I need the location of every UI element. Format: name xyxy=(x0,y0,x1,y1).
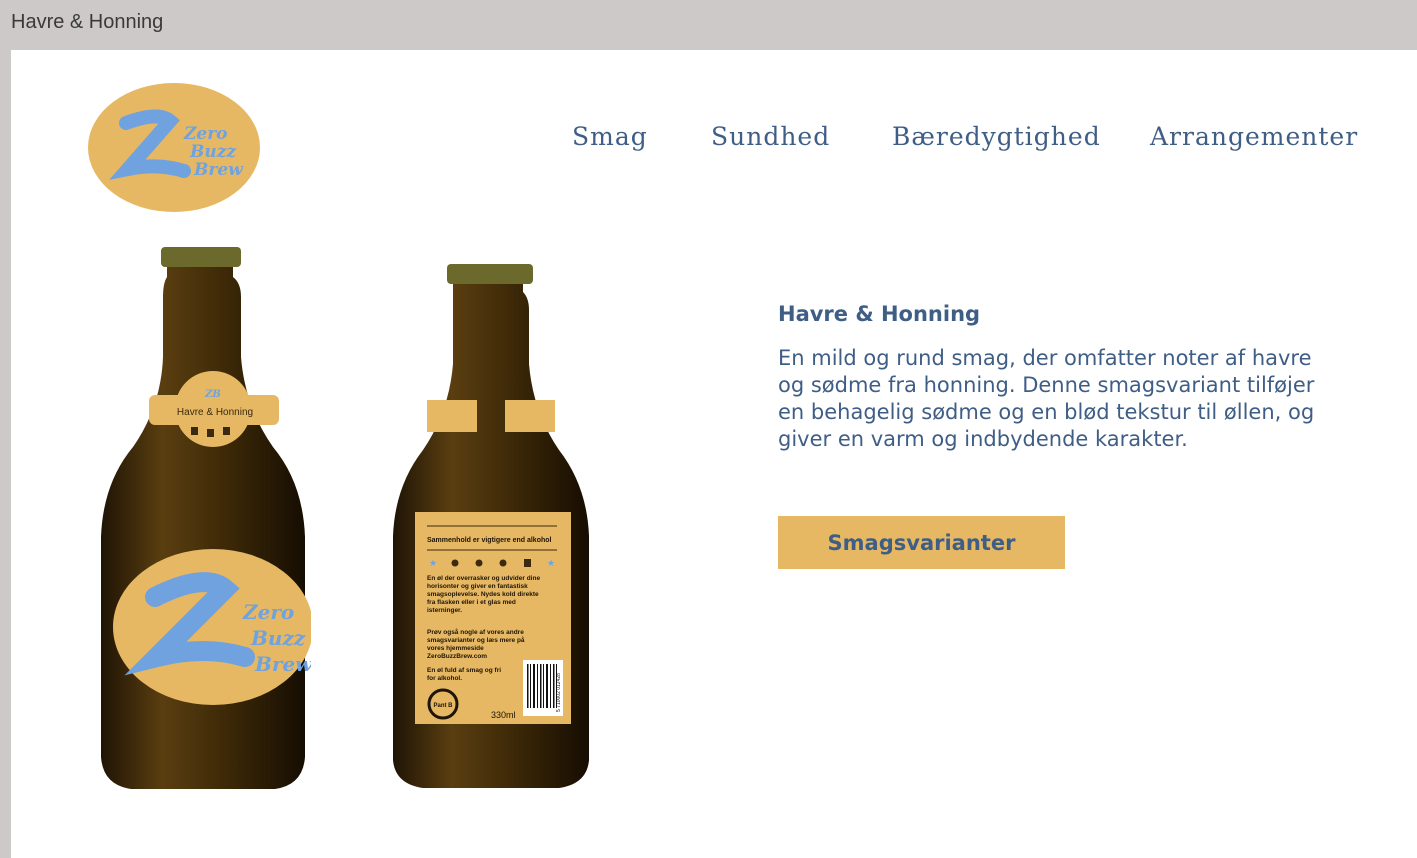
front-label-text-brew: Brew xyxy=(254,652,311,676)
product-title: Havre & Honning xyxy=(778,302,981,326)
back-neck-band-right xyxy=(505,400,555,432)
nav-item-smag[interactable]: Smag xyxy=(572,122,648,151)
front-neck-icon-2 xyxy=(207,429,214,437)
front-bottle-cap xyxy=(161,247,241,267)
product-description: En mild og rund smag, der omfatter noter… xyxy=(778,345,1368,453)
back-neck-band-left xyxy=(427,400,477,432)
product-description-line: giver en varm og indbydende karakter. xyxy=(778,427,1188,451)
nav-item-arrangementer[interactable]: Arrangementer xyxy=(1150,122,1358,151)
window-title: Havre & Honning xyxy=(11,11,164,33)
logo-text-brew: Brew xyxy=(193,160,244,180)
front-label-text-buzz: Buzz xyxy=(250,626,306,650)
front-bottle-glass xyxy=(101,259,305,789)
barcode-number: 5 710002 012428 xyxy=(556,673,562,712)
product-description-line: En mild og rund smag, der omfatter noter… xyxy=(778,346,1312,370)
back-label-icon-3 xyxy=(499,559,507,567)
front-neck-mark: ZB xyxy=(204,389,221,400)
back-label-icon-1 xyxy=(451,559,459,567)
volume-label: 330ml xyxy=(491,710,516,720)
pant-label: Pant B xyxy=(433,703,453,709)
back-bottle-cap xyxy=(447,264,533,284)
nav-item-baeredygtighed[interactable]: Bæredygtighed xyxy=(892,122,1101,151)
logo-text-zero: Zero xyxy=(183,124,228,144)
back-bottle-image: Sammenhold er vigtigere end alkohol ★ ★ … xyxy=(393,264,589,788)
front-neck-icon-1 xyxy=(191,427,198,435)
back-label-star-right: ★ xyxy=(547,558,555,568)
back-label-icon-4 xyxy=(524,559,531,567)
web-page: Zero Buzz Brew Smag Sundhed Bæredygtighe… xyxy=(11,50,1417,858)
back-label-icon-2 xyxy=(475,559,483,567)
brand-logo[interactable]: Zero Buzz Brew xyxy=(88,83,260,212)
back-label-star-left: ★ xyxy=(429,558,437,568)
product-description-line: og sødme fra honning. Denne smagsvariant… xyxy=(778,373,1315,397)
window-titlebar: Havre & Honning xyxy=(0,0,1417,50)
front-bottle-image: ZB Havre & Honning Zero Buzz Brew xyxy=(101,247,311,789)
front-neck-icon-3 xyxy=(223,427,230,435)
nav-item-sundhed[interactable]: Sundhed xyxy=(711,122,830,151)
front-label-text-zero: Zero xyxy=(242,600,294,624)
product-description-line: en behagelig sødme og en blød tekstur ti… xyxy=(778,400,1315,424)
front-neck-name: Havre & Honning xyxy=(177,407,253,418)
smagsvarianter-button[interactable]: Smagsvarianter xyxy=(778,516,1065,569)
logo-text-buzz: Buzz xyxy=(189,142,236,162)
back-label-heading: Sammenhold er vigtigere end alkohol xyxy=(427,537,552,544)
